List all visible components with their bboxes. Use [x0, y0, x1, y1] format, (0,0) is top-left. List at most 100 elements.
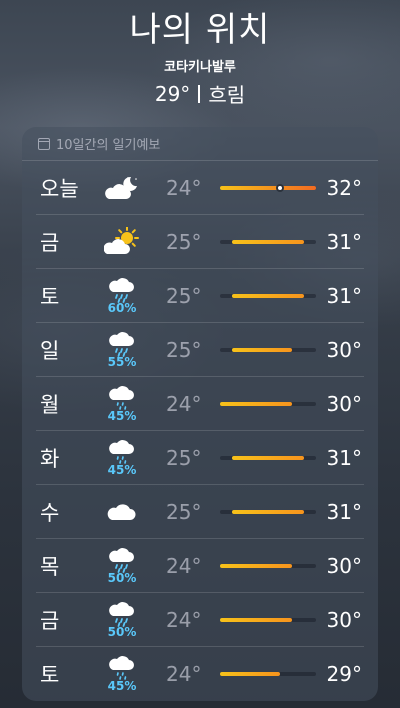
day-label: 토 [40, 284, 60, 309]
page-title: 나의 위치 [129, 10, 271, 50]
low-temperature: 25° [166, 337, 202, 362]
precipitation-chance: 55% [107, 354, 137, 369]
place-name: 코타키나발루 [164, 60, 236, 75]
precipitation-chance: 45% [107, 679, 137, 693]
high-temperature: 32° [326, 175, 362, 200]
temperature-range-bar [220, 183, 316, 192]
temperature-range-fill [232, 239, 304, 244]
weather-condition [104, 489, 140, 535]
temperature-range-fill [220, 401, 292, 406]
temperature-range-fill [220, 185, 316, 190]
cloud-sun-icon [104, 226, 140, 257]
current-conditions: 29° 흐림 [0, 79, 400, 108]
high-temperature: 31° [326, 499, 362, 524]
weather-condition: 45% [104, 651, 140, 697]
high-temperature: 30° [326, 337, 362, 362]
low-temperature: 25° [166, 445, 202, 470]
day-label: 금 [40, 230, 60, 255]
forecast-heading: 10일간의 일기예보 [22, 127, 378, 161]
weather-condition: 45% [104, 435, 140, 481]
weather-condition: 60% [104, 273, 140, 319]
weather-condition: 45% [104, 381, 140, 427]
current-temperature: 29° [154, 81, 191, 106]
temperature-range-bar [220, 239, 316, 244]
weather-condition: 55% [104, 327, 140, 373]
forecast-list: 오늘 24° 32° 금 25° 31° 토 60% 25° 31° 일 55% 25° 30° 월 45% 2… [22, 161, 378, 701]
forecast-row[interactable]: 일 55% 25° 30° [36, 323, 364, 377]
day-label: 화 [40, 446, 60, 471]
forecast-row[interactable]: 금 25° 31° [36, 215, 364, 269]
low-temperature: 24° [166, 175, 202, 200]
cloud-rain-icon [108, 331, 136, 357]
temperature-range-bar [220, 455, 316, 460]
day-label: 목 [40, 554, 60, 579]
low-temperature: 25° [166, 229, 202, 254]
temperature-range-bar [220, 617, 316, 622]
precipitation-chance: 60% [107, 300, 137, 315]
high-temperature: 30° [326, 553, 362, 578]
day-label: 토 [40, 663, 60, 687]
high-temperature: 29° [326, 662, 362, 686]
low-temperature: 24° [166, 391, 202, 416]
forecast-row[interactable]: 목 50% 24° 30° [36, 539, 364, 593]
temperature-range-bar [220, 347, 316, 352]
day-label: 수 [40, 500, 60, 525]
cloud-drizzle-icon [108, 385, 136, 411]
forecast-row[interactable]: 금 50% 24° 30° [36, 593, 364, 647]
forecast-row[interactable]: 수 25° 31° [36, 485, 364, 539]
low-temperature: 24° [166, 662, 202, 686]
cloud-rain-icon [108, 277, 136, 303]
location-header: 나의 위치 코타키나발루 29° 흐림 [0, 8, 400, 108]
temperature-range-bar [220, 563, 316, 568]
cloud-drizzle-icon [108, 655, 136, 681]
cloud-moon-icon [105, 174, 139, 202]
cloud-icon [107, 500, 137, 524]
current-condition: 흐림 [208, 83, 246, 107]
high-temperature: 30° [326, 607, 362, 632]
precipitation-chance: 50% [107, 570, 137, 585]
weather-condition: 50% [104, 543, 140, 589]
forecast-row[interactable]: 월 45% 24° 30° [36, 377, 364, 431]
day-label: 일 [40, 338, 60, 363]
forecast-heading-label: 10일간의 일기예보 [56, 138, 161, 153]
temperature-range-fill [232, 347, 292, 352]
temperature-range-fill [220, 617, 292, 622]
temperature-range-fill [220, 563, 292, 568]
cloud-rain-icon [108, 547, 136, 573]
cloud-rain-icon [108, 601, 136, 627]
forecast-row[interactable]: 화 45% 25° 31° [36, 431, 364, 485]
forecast-row[interactable]: 오늘 24° 32° [36, 161, 364, 215]
temperature-range-fill [232, 509, 304, 514]
weather-condition [104, 219, 140, 265]
temperature-range-fill [232, 455, 304, 460]
high-temperature: 31° [326, 229, 362, 254]
ten-day-forecast-card[interactable]: 10일간의 일기예보 오늘 24° 32° 금 25° 31° 토 60% 25° 31° 일 55%… [22, 127, 378, 701]
precipitation-chance: 45% [107, 462, 137, 477]
low-temperature: 25° [166, 499, 202, 524]
temperature-range-bar [220, 509, 316, 514]
temperature-range-fill [232, 293, 304, 298]
precipitation-chance: 45% [107, 408, 137, 423]
day-label: 월 [40, 392, 60, 417]
forecast-row[interactable]: 토 60% 25° 31° [36, 269, 364, 323]
separator [198, 84, 201, 103]
low-temperature: 25° [166, 283, 202, 308]
temperature-range-bar [220, 401, 316, 406]
low-temperature: 24° [166, 553, 202, 578]
temperature-range-bar [220, 672, 316, 676]
day-label: 금 [40, 608, 60, 633]
precipitation-chance: 50% [107, 624, 137, 639]
calendar-icon [38, 137, 50, 150]
forecast-row[interactable]: 토 45% 24° 29° [36, 647, 364, 701]
temperature-range-fill [220, 672, 280, 676]
low-temperature: 24° [166, 607, 202, 632]
day-label: 오늘 [40, 176, 79, 201]
temperature-range-bar [220, 293, 316, 298]
weather-condition [104, 165, 140, 211]
cloud-drizzle-icon [108, 439, 136, 465]
weather-condition: 50% [104, 597, 140, 643]
high-temperature: 31° [326, 445, 362, 470]
high-temperature: 30° [326, 391, 362, 416]
current-temperature-marker [276, 183, 284, 192]
high-temperature: 31° [326, 283, 362, 308]
